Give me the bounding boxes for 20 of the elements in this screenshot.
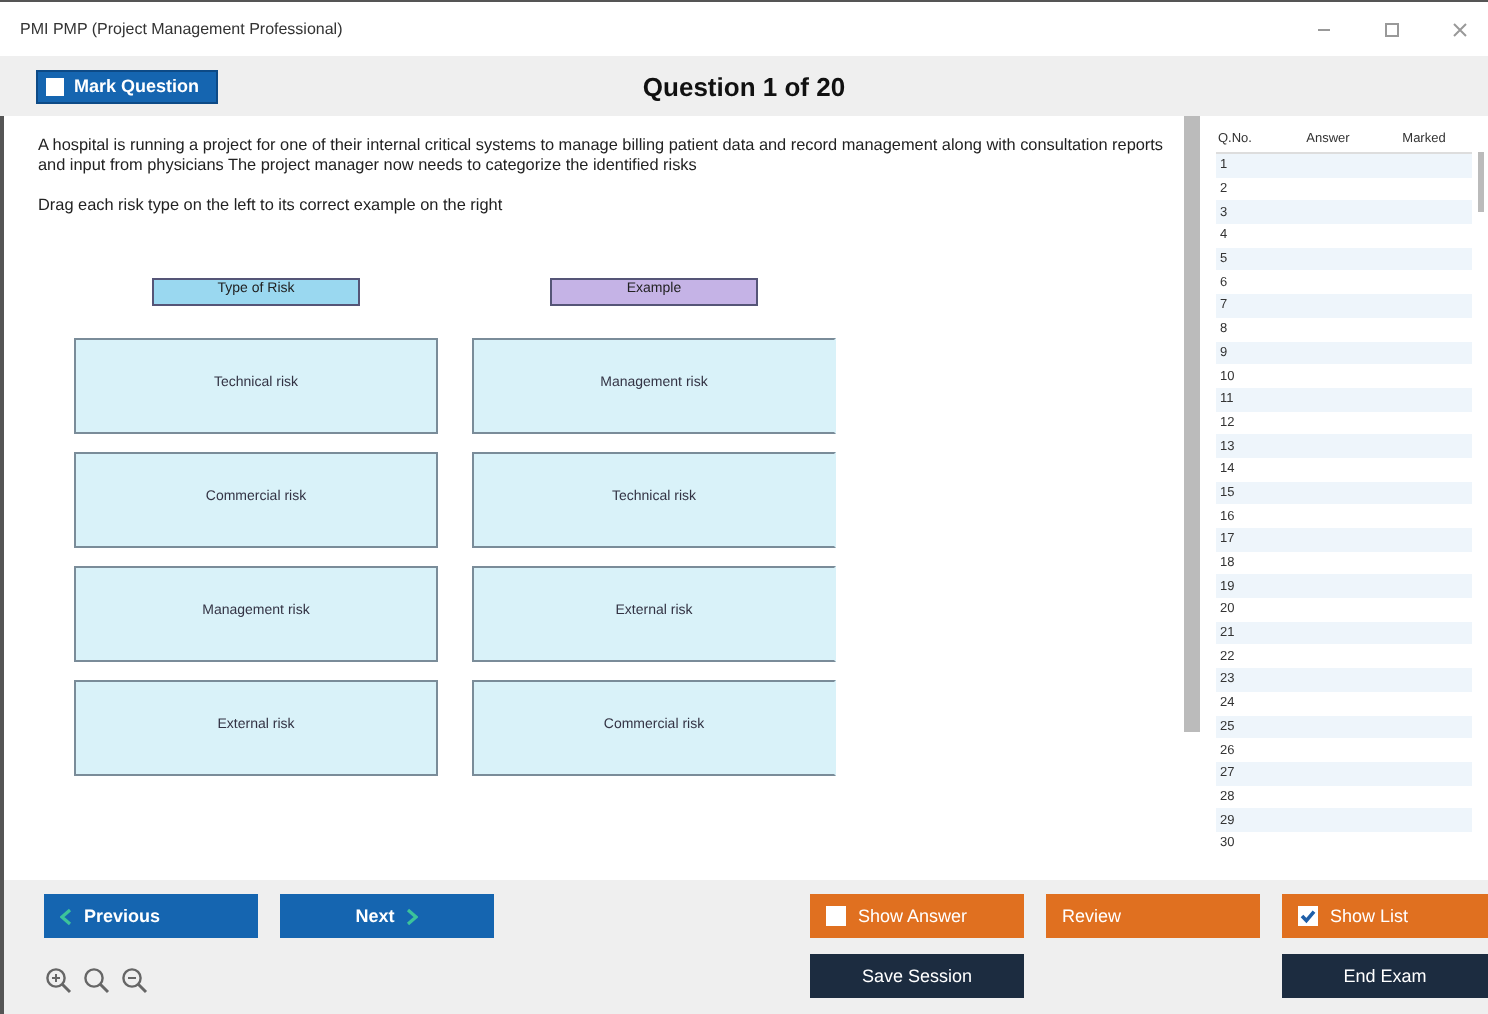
zoom-reset-icon[interactable] [82,966,110,994]
question-counter: Question 1 of 20 [642,71,846,101]
window-title: PMI PMP (Project Management Professional) [20,20,345,38]
zoom-out-icon[interactable] [120,966,148,994]
close-icon[interactable] [1452,21,1468,37]
chevron-left-icon [60,907,72,925]
instruction-text: Drag each risk type on the left to its correct example on the right [38,195,505,216]
scrollbar[interactable] [1478,152,1484,212]
maximize-icon[interactable] [1384,21,1400,37]
end-exam-button[interactable]: End Exam [1282,954,1488,998]
zoom-in-icon[interactable] [44,966,72,994]
chevron-right-icon [406,907,419,925]
previous-button[interactable]: Previous [44,894,258,938]
scrollbar[interactable] [1184,116,1200,732]
save-session-button[interactable]: Save Session [810,954,1024,998]
checkbox[interactable] [826,906,846,926]
checkbox[interactable] [1298,906,1318,926]
next-button[interactable]: Next [280,894,494,938]
mark-question-button[interactable]: Mark Question [36,69,218,103]
question-text: A hospital is running a project for one of their internal critical systems to manage billing patient data and record management along with consultation reports and input from physicians The project manager now needs to categorize the identified risks [38,136,1166,176]
